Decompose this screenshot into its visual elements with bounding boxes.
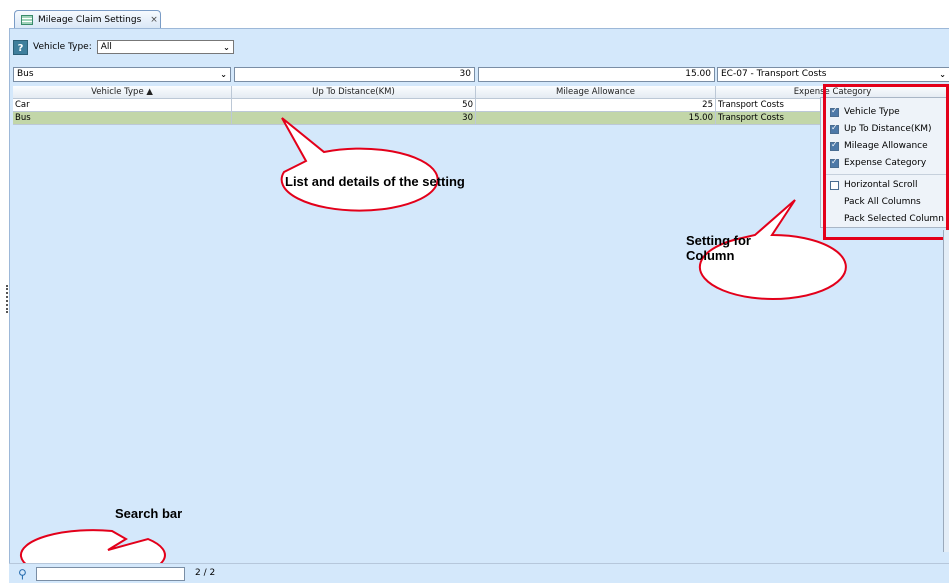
callout-list-text: List and details of the setting xyxy=(285,174,465,189)
search-icon[interactable]: ⚲ xyxy=(18,567,27,581)
cell-distance: 30 xyxy=(232,112,476,125)
menu-item-label: Pack Selected Column xyxy=(844,214,944,224)
cell-vehicle: Car xyxy=(13,99,232,112)
close-icon[interactable]: × xyxy=(150,15,158,25)
column-settings-menu: Vehicle Type Up To Distance(KM) Mileage … xyxy=(820,97,949,228)
vertical-scrollbar[interactable] xyxy=(943,230,949,552)
menu-item-label: Mileage Allowance xyxy=(844,141,928,151)
table-header: Vehicle Type ▲ Up To Distance(KM) Mileag… xyxy=(13,86,949,99)
tab-mileage-claim-settings[interactable]: Mileage Claim Settings × xyxy=(14,10,161,29)
menu-item-vehicle-type[interactable]: Vehicle Type xyxy=(821,103,949,121)
toolbar: ? Vehicle Type: All ⌄ xyxy=(13,39,234,55)
help-icon[interactable]: ? xyxy=(13,39,28,55)
menu-item-allowance[interactable]: Mileage Allowance xyxy=(821,137,949,155)
chevron-down-icon: ⌄ xyxy=(220,70,227,79)
vehicle-type-value: All xyxy=(100,42,112,52)
tab-strip: Mileage Claim Settings × xyxy=(0,0,949,29)
vehicle-type-label: Vehicle Type: xyxy=(33,42,92,52)
menu-item-distance[interactable]: Up To Distance(KM) xyxy=(821,120,949,138)
menu-item-label: Expense Category xyxy=(844,158,927,168)
callout-search-text: Search bar xyxy=(115,506,183,521)
status-bar: ⚲ 2 / 2 xyxy=(9,563,949,583)
menu-item-pack-selected[interactable]: Pack Selected Column xyxy=(821,210,949,228)
chevron-down-icon: ⌄ xyxy=(223,42,230,52)
filter-allowance-input[interactable]: 15.00 xyxy=(478,67,715,82)
chevron-down-icon: ⌄ xyxy=(939,70,946,79)
column-header-vehicle-type[interactable]: Vehicle Type ▲ xyxy=(13,86,232,99)
table-row[interactable]: Car 50 25 Transport Costs xyxy=(13,99,949,112)
menu-item-category[interactable]: Expense Category xyxy=(821,154,949,172)
resize-grip[interactable] xyxy=(6,285,9,313)
menu-item-horizontal-scroll[interactable]: Horizontal Scroll xyxy=(821,176,949,194)
checkbox-icon xyxy=(830,180,839,190)
callout-column-text: Setting for Column xyxy=(686,233,751,263)
filter-vehicle-select[interactable]: Bus ⌄ xyxy=(13,67,231,82)
cell-vehicle: Bus xyxy=(13,112,232,125)
column-header-allowance[interactable]: Mileage Allowance xyxy=(476,86,716,99)
column-header-distance[interactable]: Up To Distance(KM) xyxy=(232,86,476,99)
checkbox-icon xyxy=(830,140,839,151)
cell-distance: 50 xyxy=(232,99,476,112)
tab-label: Mileage Claim Settings xyxy=(38,15,142,25)
filter-row: Bus ⌄ 30 15.00 EC-07 - Transport Costs ⌄ xyxy=(13,67,949,82)
table-icon xyxy=(21,15,33,25)
vehicle-type-select[interactable]: All ⌄ xyxy=(96,40,234,54)
menu-item-label: Up To Distance(KM) xyxy=(844,124,932,134)
cell-allowance: 15.00 xyxy=(476,112,716,125)
search-input[interactable] xyxy=(36,567,185,581)
menu-item-pack-all[interactable]: Pack All Columns xyxy=(821,193,949,211)
checkbox-icon xyxy=(830,157,839,168)
page-count: 2 / 2 xyxy=(195,568,216,578)
cell-allowance: 25 xyxy=(476,99,716,112)
menu-item-label: Vehicle Type xyxy=(844,107,900,117)
main-panel: ? Vehicle Type: All ⌄ Bus ⌄ 30 15.00 EC-… xyxy=(9,28,949,583)
checkbox-icon xyxy=(830,123,839,134)
table-row-selected[interactable]: Bus 30 15.00 Transport Costs xyxy=(13,112,949,125)
menu-item-label: Pack All Columns xyxy=(844,197,921,207)
menu-separator xyxy=(823,174,948,175)
checkbox-icon xyxy=(830,106,839,117)
filter-category-value: EC-07 - Transport Costs xyxy=(721,69,827,79)
filter-category-select[interactable]: EC-07 - Transport Costs ⌄ xyxy=(717,67,949,82)
menu-item-label: Horizontal Scroll xyxy=(844,180,918,190)
filter-distance-input[interactable]: 30 xyxy=(234,67,475,82)
filter-vehicle-value: Bus xyxy=(17,69,34,79)
settings-table: Vehicle Type ▲ Up To Distance(KM) Mileag… xyxy=(13,86,949,125)
